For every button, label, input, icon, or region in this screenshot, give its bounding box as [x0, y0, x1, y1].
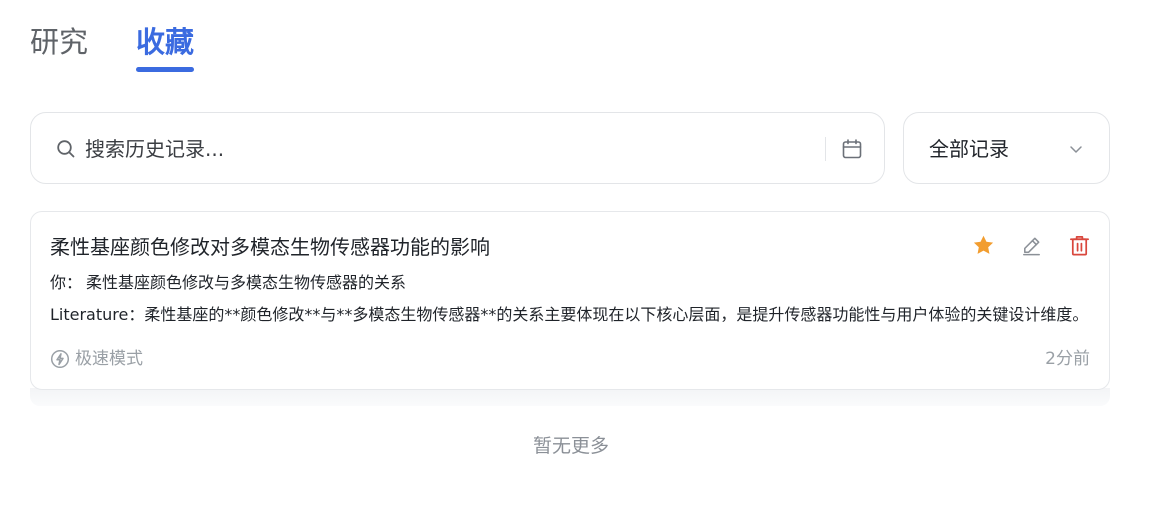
record-footer: 极速模式 2分前: [50, 346, 1090, 372]
record-title: 柔性基座颜色修改对多模态生物传感器功能的影响: [50, 235, 490, 259]
tab-research[interactable]: 研究: [30, 20, 88, 76]
search-divider: [825, 137, 826, 161]
search-box[interactable]: [30, 112, 885, 184]
tab-bar: 研究 收藏: [30, 20, 195, 76]
record-filter-select[interactable]: 全部记录: [903, 112, 1110, 184]
record-reply-preview: Literature：柔性基座的**颜色修改**与**多模态生物传感器**的关系…: [50, 303, 1090, 327]
record-actions: [972, 234, 1091, 257]
record-timestamp: 2分前: [1045, 349, 1090, 369]
reply-preview-text: 柔性基座的**颜色修改**与**多模态生物传感器**的关系主要体现在以下核心层面…: [144, 305, 1089, 324]
star-icon[interactable]: [972, 234, 995, 257]
tab-favorites[interactable]: 收藏: [136, 20, 195, 76]
card-shadow: [30, 388, 1110, 406]
no-more-text: 暂无更多: [532, 435, 609, 457]
search-input[interactable]: [83, 129, 823, 169]
reply-label: Literature：: [50, 305, 145, 324]
lightning-icon: [50, 349, 70, 369]
record-user-message: 你： 柔性基座颜色修改与多模态生物传感器的关系: [50, 271, 1090, 295]
edit-icon[interactable]: [1020, 234, 1043, 257]
mode-label: 极速模式: [75, 349, 143, 369]
search-icon: [57, 140, 75, 158]
record-filter-value: 全部记录: [929, 137, 1009, 161]
user-label: 你：: [50, 273, 83, 292]
chevron-down-icon: [1070, 146, 1082, 153]
delete-icon[interactable]: [1068, 234, 1091, 257]
calendar-icon[interactable]: [841, 138, 863, 160]
mode-tag: 极速模式: [50, 346, 143, 372]
history-record-card[interactable]: 柔性基座颜色修改对多模态生物传感器功能的影响 你： 柔性基座颜色修改与多模态生物传…: [30, 211, 1110, 390]
user-message-text: 柔性基座颜色修改与多模态生物传感器的关系: [86, 273, 407, 292]
